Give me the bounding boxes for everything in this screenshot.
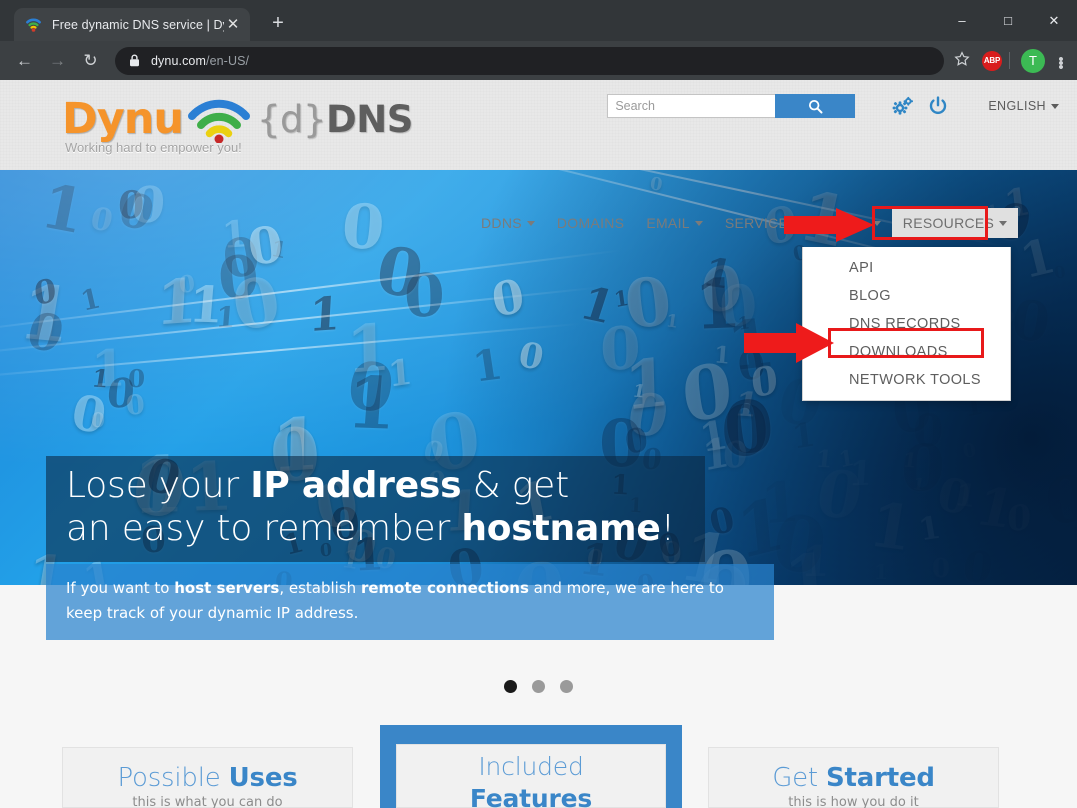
nav-label: DOMAINS (556, 215, 625, 231)
nav-item-ddns[interactable]: DDNS (470, 208, 546, 238)
logo-wordmark: Dynu (62, 94, 184, 144)
reload-icon[interactable]: ↻ (76, 46, 105, 75)
nav-item-resources[interactable]: RESOURCES (891, 208, 1019, 238)
browser-tab[interactable]: Free dynamic DNS service | Dynu ✕ (14, 8, 250, 41)
wifi-logo-icon (187, 99, 251, 144)
avatar[interactable]: T (1021, 48, 1045, 73)
gear-icon[interactable] (891, 96, 914, 116)
carousel-dot-3[interactable] (560, 680, 573, 693)
url-path: /en-US/ (206, 53, 250, 68)
search-button[interactable] (775, 94, 856, 118)
utility-bar: ENGLISH (607, 94, 1059, 118)
dropdown-item-dns-records[interactable]: DNS RECORDS (803, 310, 1010, 338)
logo-ddns-text: {d}DNS (257, 98, 413, 141)
hero-subtext: If you want to host servers, establish r… (66, 576, 750, 626)
card-subtitle: this is what you can do (132, 795, 283, 808)
card-inner: IncludedFeatures this is what helps you … (396, 744, 666, 808)
tab-title: Free dynamic DNS service | Dynu (52, 17, 224, 32)
card-title-light: Possible (117, 763, 229, 793)
dropdown-item-downloads[interactable]: DOWNLOADS (803, 338, 1010, 366)
hero-headline-line2c: ! (660, 508, 675, 549)
card-title-light: Included (478, 752, 584, 781)
card-included-features: IncludedFeatures this is what helps you … (380, 725, 682, 808)
hero-sub-a: If you want to (66, 579, 175, 597)
language-selector[interactable]: ENGLISH (988, 99, 1059, 113)
web-page: 0000111110000111111001001010110001110000… (0, 80, 1077, 808)
nav-label: RESOURCES (902, 215, 995, 231)
card-title: Possible Uses (63, 748, 352, 794)
card-title-bold: Started (826, 763, 935, 793)
nav-label: DDNS (481, 215, 522, 231)
maximize-button[interactable]: □ (985, 0, 1031, 41)
power-icon[interactable] (928, 96, 948, 116)
lock-icon (129, 54, 140, 67)
chevron-down-icon (694, 220, 703, 226)
hero-headline-hostname: hostname (461, 508, 661, 549)
chevron-down-icon (999, 220, 1008, 226)
hero-sub-c: , establish (279, 579, 361, 597)
hero-sub-host-servers: host servers (174, 579, 280, 597)
url-domain: dynu.com (151, 53, 206, 68)
card-title: Included Features (397, 745, 665, 808)
card-title-bold: Uses (228, 763, 298, 793)
forward-icon[interactable]: → (43, 46, 72, 75)
chevron-down-icon (1051, 103, 1059, 109)
hero-sub-remote-connections: remote connections (360, 579, 529, 597)
hero-headline-box: Lose your IP address & get an easy to re… (46, 456, 705, 562)
logo-brace-close: } (303, 97, 327, 141)
address-bar[interactable]: dynu.com/en-US/ (115, 46, 944, 75)
tab-strip: Free dynamic DNS service | Dynu ✕ + – □ … (0, 0, 1077, 41)
toolbar-divider (1009, 52, 1010, 69)
red-arrow-icon (784, 208, 874, 247)
window-controls: – □ ✕ (939, 0, 1077, 41)
feature-cards: Possible Uses this is what you can do Gi… (0, 725, 1077, 808)
chevron-down-icon (526, 220, 535, 226)
card-subtitle: this is how you do it (788, 795, 919, 808)
nav-label: EMAIL (646, 215, 690, 231)
language-label: ENGLISH (988, 99, 1046, 113)
nav-item-email[interactable]: EMAIL (635, 208, 714, 238)
kebab-menu-icon[interactable]: • • • (1053, 52, 1069, 75)
card-title-light: Get (772, 763, 826, 793)
bookmark-star-icon[interactable] (950, 50, 972, 71)
adblock-plus-icon[interactable]: ABP (982, 50, 1002, 71)
card-possible-uses: Possible Uses this is what you can do Gi… (62, 747, 353, 808)
site-header: Dynu {d}DNS Working hard to empower you! (0, 80, 1077, 238)
dropdown-item-blog[interactable]: BLOG (803, 282, 1010, 310)
hero-headline-ip: IP address (250, 465, 462, 506)
nav-item-domains[interactable]: DOMAINS (546, 208, 635, 238)
card-get-started: Get Started this is how you do it Create… (708, 747, 999, 808)
dropdown-item-api[interactable]: API (803, 254, 1010, 282)
close-icon[interactable]: ✕ (224, 17, 242, 32)
hero-headline: Lose your IP address & get an easy to re… (66, 464, 675, 550)
logo-d: d (280, 97, 304, 141)
main-nav: DDNS DOMAINS EMAIL SERVICES RESOURCES (470, 208, 1019, 238)
card-title-bold: Features (469, 784, 593, 808)
hero-subtext-box: If you want to host servers, establish r… (46, 564, 774, 640)
carousel-dot-2[interactable] (532, 680, 545, 693)
wifi-icon (25, 16, 42, 33)
new-tab-button[interactable]: + (264, 10, 292, 38)
browser-toolbar: ← → ↻ dynu.com/en-US/ ABP T • • • (0, 41, 1077, 80)
logo-dns: DNS (326, 97, 413, 141)
site-logo[interactable]: Dynu {d}DNS Working hard to empower you! (62, 94, 413, 155)
carousel-dots (0, 680, 1077, 693)
hero-headline-line1a: Lose your (66, 465, 251, 506)
close-window-button[interactable]: ✕ (1031, 0, 1077, 41)
carousel-dot-1[interactable] (504, 680, 517, 693)
card-title: Get Started (709, 748, 998, 794)
url-text: dynu.com/en-US/ (151, 54, 249, 68)
back-icon[interactable]: ← (10, 46, 39, 75)
red-arrow-icon (744, 323, 834, 368)
search-input[interactable] (607, 94, 776, 118)
browser-chrome: Free dynamic DNS service | Dynu ✕ + – □ … (0, 0, 1077, 80)
hero-headline-line2a: an easy to remember (66, 508, 462, 549)
dropdown-item-network-tools[interactable]: NETWORK TOOLS (803, 366, 1010, 394)
hero-headline-line1c: & get (461, 465, 570, 506)
logo-brace-open: { (256, 97, 281, 141)
search-icon (808, 99, 823, 113)
minimize-button[interactable]: – (939, 0, 985, 41)
